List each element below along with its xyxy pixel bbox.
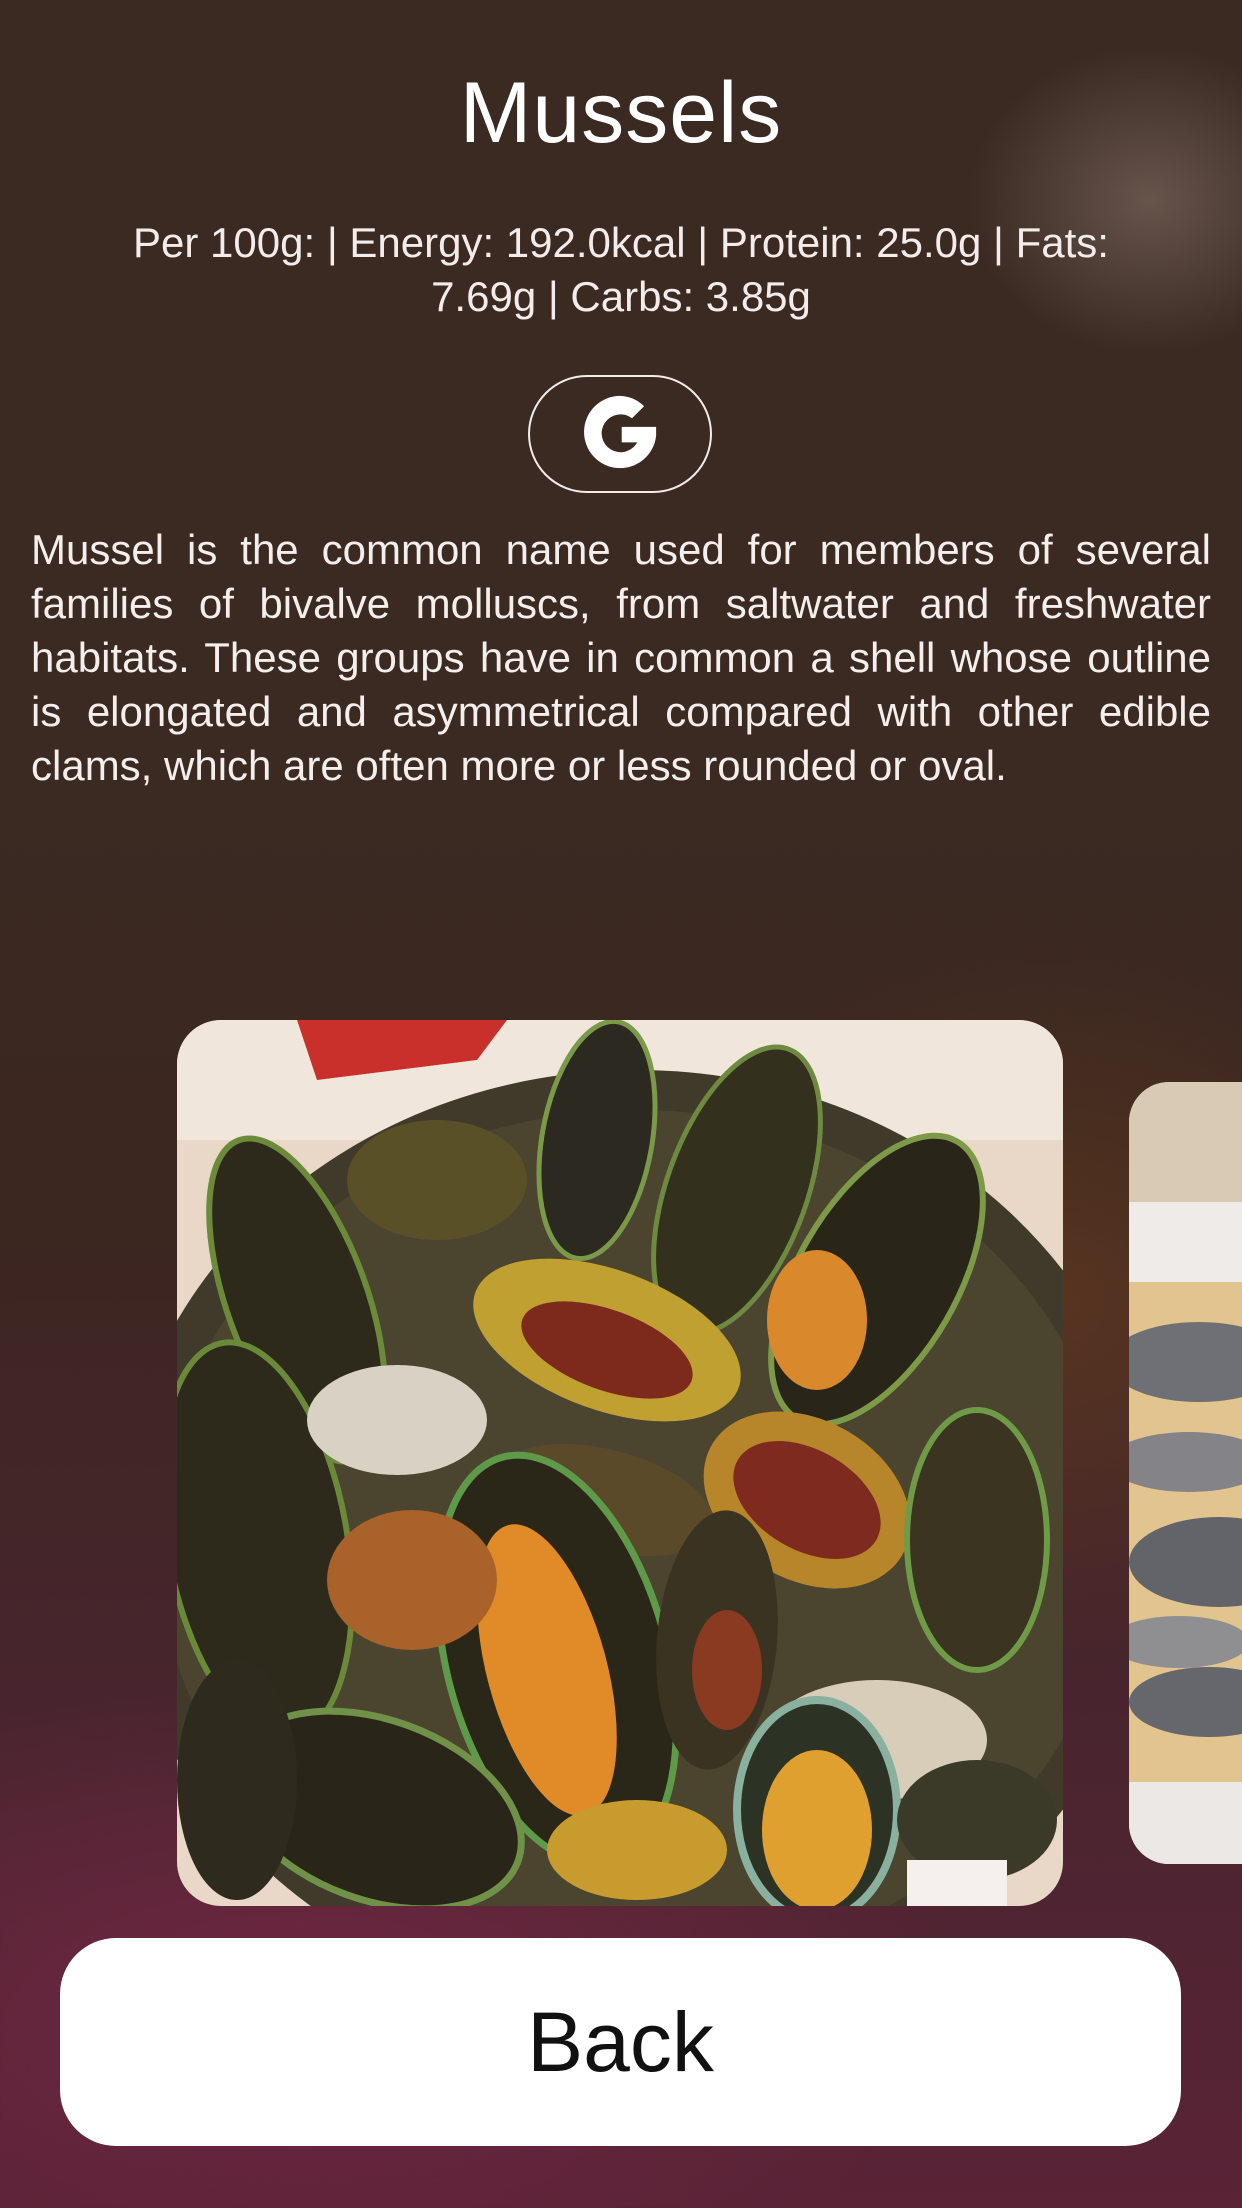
food-title: Mussels: [459, 65, 783, 161]
google-icon: [577, 389, 663, 480]
nutrition-info: Per 100g: | Energy: 192.0kcal | Protein:…: [133, 219, 1109, 320]
mussels-dish-photo[interactable]: [177, 1020, 1063, 1906]
google-search-button[interactable]: [528, 375, 712, 493]
food-description: Mussel is the common name used for membe…: [31, 526, 1211, 789]
back-button[interactable]: Back: [60, 1938, 1181, 2146]
image-carousel[interactable]: [0, 1020, 1242, 1910]
mussels-plate-photo[interactable]: [1129, 1082, 1242, 1864]
